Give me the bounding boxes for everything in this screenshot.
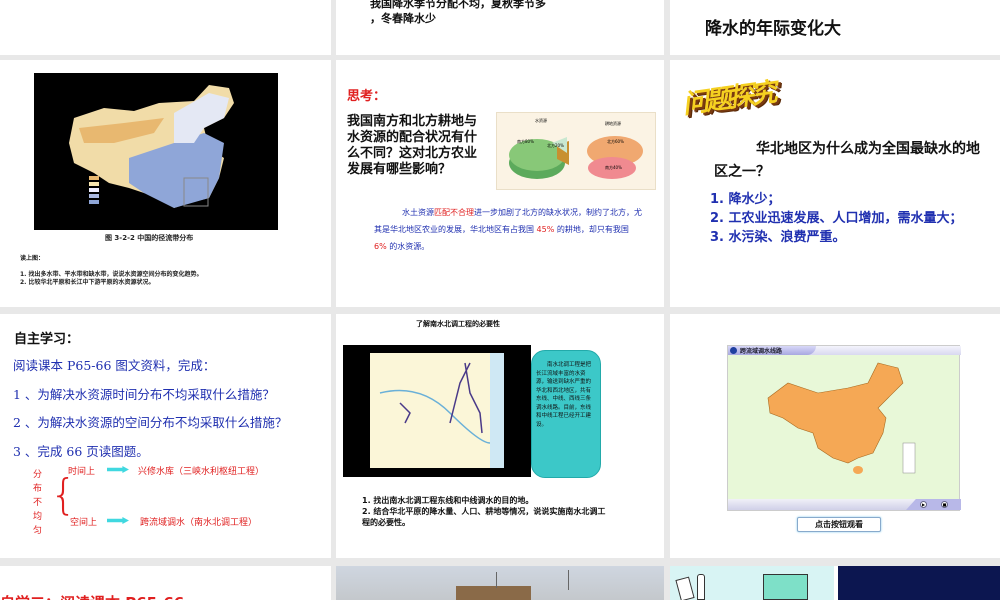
- slide-thumbnail-video[interactable]: 跨流域调水线路 ▶ ■ 点击按钮观看: [670, 314, 1000, 558]
- space-label: 空间上: [70, 518, 98, 528]
- question-text: 我国南方和北方耕地与水资源的配合状况有什么不同？这对北方农业发展有哪些影响？: [347, 114, 478, 177]
- slide-heading: 自主学习：: [14, 332, 80, 347]
- pie-charts-image: 水资源 南方80% 北方20% 耕地资源 北方60% 南方40%: [496, 112, 656, 190]
- slide-thumbnail-photo[interactable]: [336, 566, 664, 600]
- question-item: 2. 比较华北平原和长江中下游平原的水资源状况。: [20, 279, 155, 286]
- slide-heading: 了解南水北调工程的必要性: [416, 320, 500, 328]
- task-line: 2 、为解决水资源的空间分布不均采取什么措施？: [13, 415, 288, 430]
- construction-photo: [456, 586, 531, 600]
- bottle-drawing: [697, 574, 705, 600]
- brace-icon: {: [50, 470, 77, 519]
- question-item: 1. 找出南水北调工程东线和中线调水的目的地。: [362, 496, 534, 505]
- crane-mast: [568, 570, 569, 590]
- player-controls: ▶ ■: [728, 499, 961, 510]
- slide-text: 我国降水季节分配不均，夏秋季节多 ，冬春降水少: [370, 0, 546, 26]
- illustration: [670, 566, 834, 600]
- question-list: 1. 找出南水北调工程东线和中线调水的目的地。 2. 结合华北平原的降水量、人口…: [362, 495, 612, 528]
- slide-heading: 降水的年际变化大: [705, 19, 841, 39]
- window-title: 跨流域调水线路: [740, 348, 783, 355]
- slide-thumbnail-10[interactable]: 自学二：阅读课本 P65-66: [0, 566, 331, 600]
- title-tab: 跨流域调水线路: [728, 346, 816, 355]
- arrow-icon: [107, 466, 129, 473]
- watch-button[interactable]: 点击按钮观看: [797, 517, 881, 532]
- slide-thumbnail-self-study[interactable]: 自主学习： 阅读课本 P65-66 图文资料，完成： 1 、为解决水资源时间分布…: [0, 314, 331, 558]
- time-label: 时间上: [68, 467, 96, 477]
- slide-thumbnail-1[interactable]: [0, 0, 331, 55]
- read-label: 读上图：: [20, 255, 45, 262]
- answer-item: 2. 工农业迅速发展、人口增加，需水量大；: [710, 211, 963, 226]
- arrow-icon: [107, 517, 129, 524]
- bag-drawing: [675, 576, 695, 600]
- slide-thumbnail-think[interactable]: 思考： 我国南方和北方耕地与水资源的配合状况有什么不同？这对北方农业发展有哪些影…: [336, 60, 664, 307]
- slide-thumbnail-3[interactable]: 降水的年际变化大: [670, 0, 1000, 55]
- explanation-paragraph: 水土资源匹配不合理进一步加剧了北方的缺水状况，制约了北方，尤其是华北地区农业的发…: [374, 204, 644, 255]
- slide-thumbnail-runoff-map[interactable]: 图 3-2-2 中国的径流带分布 读上图： 1. 找出多水带、平水带和缺水带，说…: [0, 60, 331, 307]
- text-line: 我国降水季节分配不均，夏秋季节多: [370, 0, 546, 10]
- time-answer: 兴修水库（三峡水利枢纽工程）: [138, 467, 265, 477]
- answer-item: 1. 降水少；: [710, 192, 781, 207]
- question-item: 2. 结合华北平原的降水量、人口、耕地等情况，说说实施南水北调工程的必要性。: [362, 507, 606, 527]
- embedded-player[interactable]: 跨流域调水线路 ▶ ■: [727, 345, 961, 511]
- pie-title: 耕地资源: [605, 121, 621, 126]
- slide-thumbnail-2[interactable]: 我国降水季节分配不均，夏秋季节多 ，冬春降水少: [336, 0, 664, 55]
- china-runoff-map: [69, 85, 234, 208]
- dark-background: [838, 566, 1000, 600]
- question-list: 1. 找出多水带、平水带和缺水带，说说水资源空间分布的变化趋势。 2. 比较华北…: [20, 271, 203, 287]
- route-map: [370, 353, 504, 468]
- pie-chart-graphic: [509, 136, 643, 179]
- control-panel: [906, 499, 961, 510]
- text-run: 的耕地，却只有我国: [554, 225, 629, 234]
- task-line: 1 、为解决水资源时间分布不均采取什么措施？: [13, 386, 275, 402]
- slide-heading: 自学二：阅读课本 P65-66: [0, 592, 184, 600]
- text-line: ，冬春降水少: [370, 12, 436, 25]
- answer-item: 3. 水污染、浪费严重。: [710, 230, 846, 245]
- answer-list: 1. 降水少； 2. 工农业迅速发展、人口增加，需水量大； 3. 水污染、浪费严…: [710, 190, 980, 247]
- app-icon: [730, 347, 737, 354]
- pie-label: 北方20%: [547, 143, 564, 148]
- pie-title: 水资源: [535, 118, 547, 123]
- info-text: 南水北调工程是把长江流域丰富的水资源，输送到缺水严重的华北和西北地区，共有东线、…: [536, 362, 592, 428]
- pie-label: 北方60%: [607, 139, 624, 144]
- highlight-text: 45%: [536, 225, 555, 234]
- space-answer: 跨流域调水（南水北调工程）: [140, 518, 258, 528]
- text-run: 的水资源。: [386, 242, 430, 251]
- container-drawing: [763, 574, 808, 600]
- question-text: 华北地区为什么成为全国最缺水的地区之一？: [714, 141, 980, 180]
- task-line: 阅读课本 P65-66 图文资料，完成：: [13, 358, 216, 373]
- china-map: [767, 362, 916, 474]
- task-line: 3 、完成 66 页读图题。: [13, 443, 149, 459]
- runoff-map-image: [34, 73, 278, 230]
- highlight-text: 匹配不合理: [434, 208, 474, 217]
- logo-text: 问题探究: [680, 77, 777, 121]
- play-icon[interactable]: ▶: [920, 501, 927, 508]
- text-run: 水土资源: [402, 208, 434, 217]
- slide-heading: 思考：: [347, 89, 387, 104]
- brace-label: 分布不均匀: [33, 470, 43, 536]
- route-lines: [379, 362, 491, 444]
- logo-wordart: 问题探究: [680, 72, 776, 121]
- crane-mast: [496, 572, 497, 588]
- question-item: 1. 找出多水带、平水带和缺水带，说说水资源空间分布的变化趋势。: [20, 271, 203, 278]
- slide-thumbnail-explore[interactable]: 问题探究 华北地区为什么成为全国最缺水的地区之一？ 1. 降水少； 2. 工农业…: [670, 60, 1000, 307]
- info-box: 南水北调工程是把长江流域丰富的水资源，输送到缺水严重的华北和西北地区，共有东线、…: [531, 350, 601, 478]
- figure-caption: 图 3-2-2 中国的径流带分布: [105, 234, 194, 242]
- task-list: 阅读课本 P65-66 图文资料，完成： 1 、为解决水资源时间分布不均采取什么…: [13, 352, 287, 466]
- slide-thumbnail-snwd[interactable]: 了解南水北调工程的必要性 南水北调工程是把长江流域丰富的水资源，输送到缺水严重的…: [336, 314, 664, 558]
- snwd-map-image: [343, 345, 531, 477]
- highlight-text: 6%: [374, 242, 387, 251]
- slide-thumbnail-12[interactable]: [670, 566, 1000, 600]
- pie-label: 南方80%: [517, 139, 534, 144]
- player-titlebar: 跨流域调水线路: [728, 346, 961, 355]
- pie-label: 南方40%: [605, 165, 622, 170]
- stop-icon[interactable]: ■: [941, 501, 948, 508]
